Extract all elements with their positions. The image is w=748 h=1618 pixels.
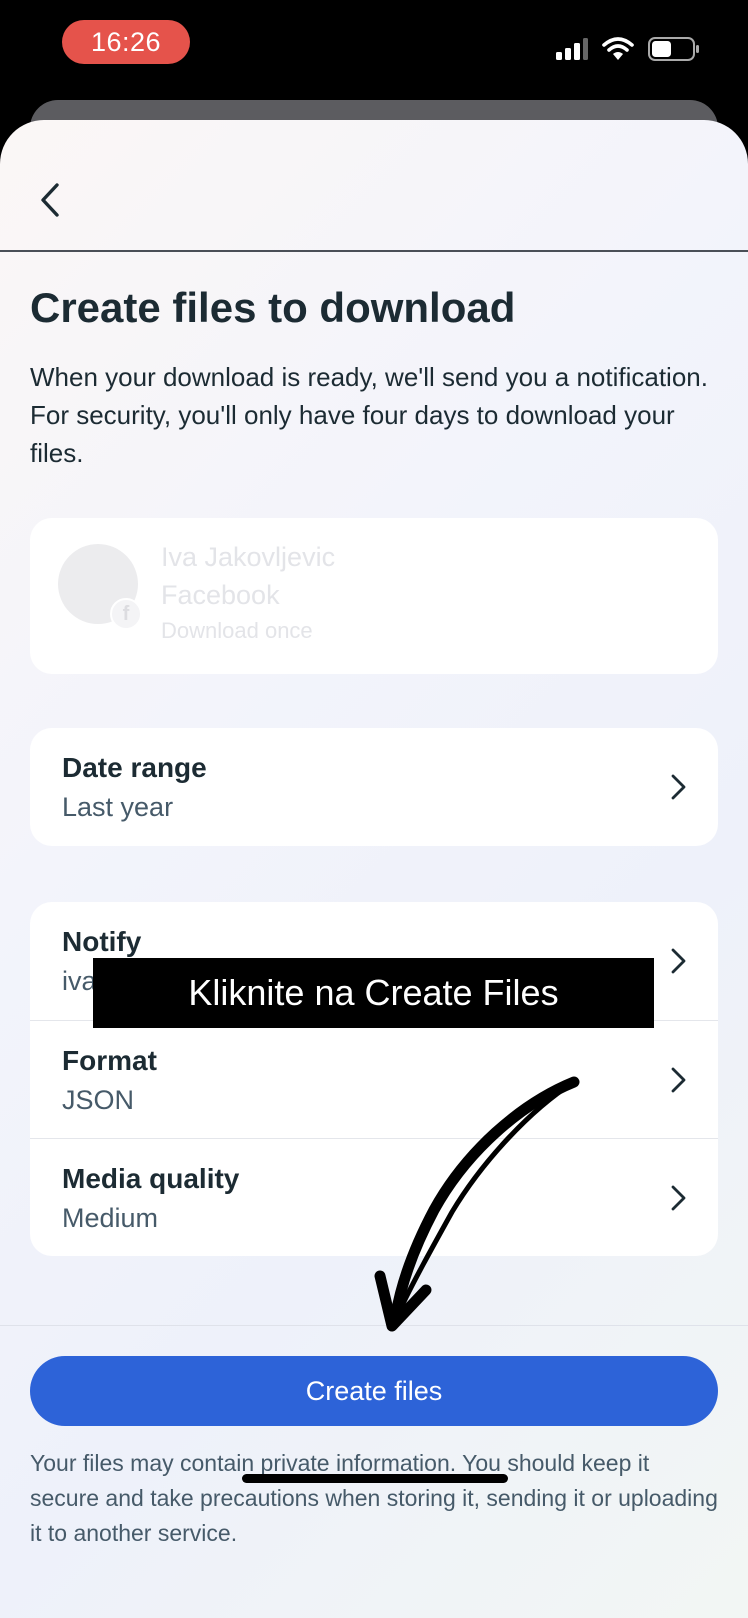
back-button[interactable]	[30, 175, 70, 225]
format-label: Format	[62, 1045, 157, 1076]
date-range-row[interactable]: Date range Last year	[30, 728, 718, 846]
status-time: 16:26	[62, 20, 190, 64]
page-title: Create files to download	[30, 284, 516, 331]
battery-icon	[648, 37, 699, 61]
account-name: Iva Jakovljevic	[161, 542, 336, 572]
chevron-left-icon	[41, 183, 59, 217]
account-frequency: Download once	[161, 618, 313, 643]
date-range-label: Date range	[62, 752, 207, 783]
media-quality-label: Media quality	[62, 1163, 240, 1194]
signal-icon	[556, 38, 588, 60]
chevron-right-icon	[671, 774, 686, 800]
account-card: f Iva Jakovljevic Facebook Download once	[30, 518, 718, 674]
status-icons	[556, 34, 700, 64]
facebook-icon: f	[110, 598, 142, 630]
media-quality-value: Medium	[62, 1203, 159, 1233]
home-indicator	[242, 1474, 508, 1483]
chevron-right-icon	[671, 1185, 686, 1211]
status-bar: 16:26	[0, 0, 748, 100]
hand-drawn-arrow-icon	[374, 1076, 580, 1332]
format-value: JSON	[62, 1085, 135, 1115]
chevron-right-icon	[671, 948, 686, 974]
page-description: When your download is ready, we'll send …	[30, 362, 708, 468]
chevron-right-icon	[671, 1067, 686, 1093]
create-files-button[interactable]: Create files	[30, 1356, 718, 1426]
privacy-disclaimer: Your files may contain private informati…	[30, 1450, 718, 1546]
tutorial-caption: Kliknite na Create Files	[93, 958, 654, 1028]
bottom-sheet: Create files to download When your downl…	[0, 120, 748, 1618]
notify-label: Notify	[62, 926, 142, 957]
account-app: Facebook	[161, 580, 280, 610]
notify-value: iva	[62, 966, 97, 996]
nav-bar	[0, 120, 748, 252]
date-range-card: Date range Last year	[30, 728, 718, 846]
date-range-value: Last year	[62, 792, 174, 822]
wifi-icon	[602, 37, 634, 60]
